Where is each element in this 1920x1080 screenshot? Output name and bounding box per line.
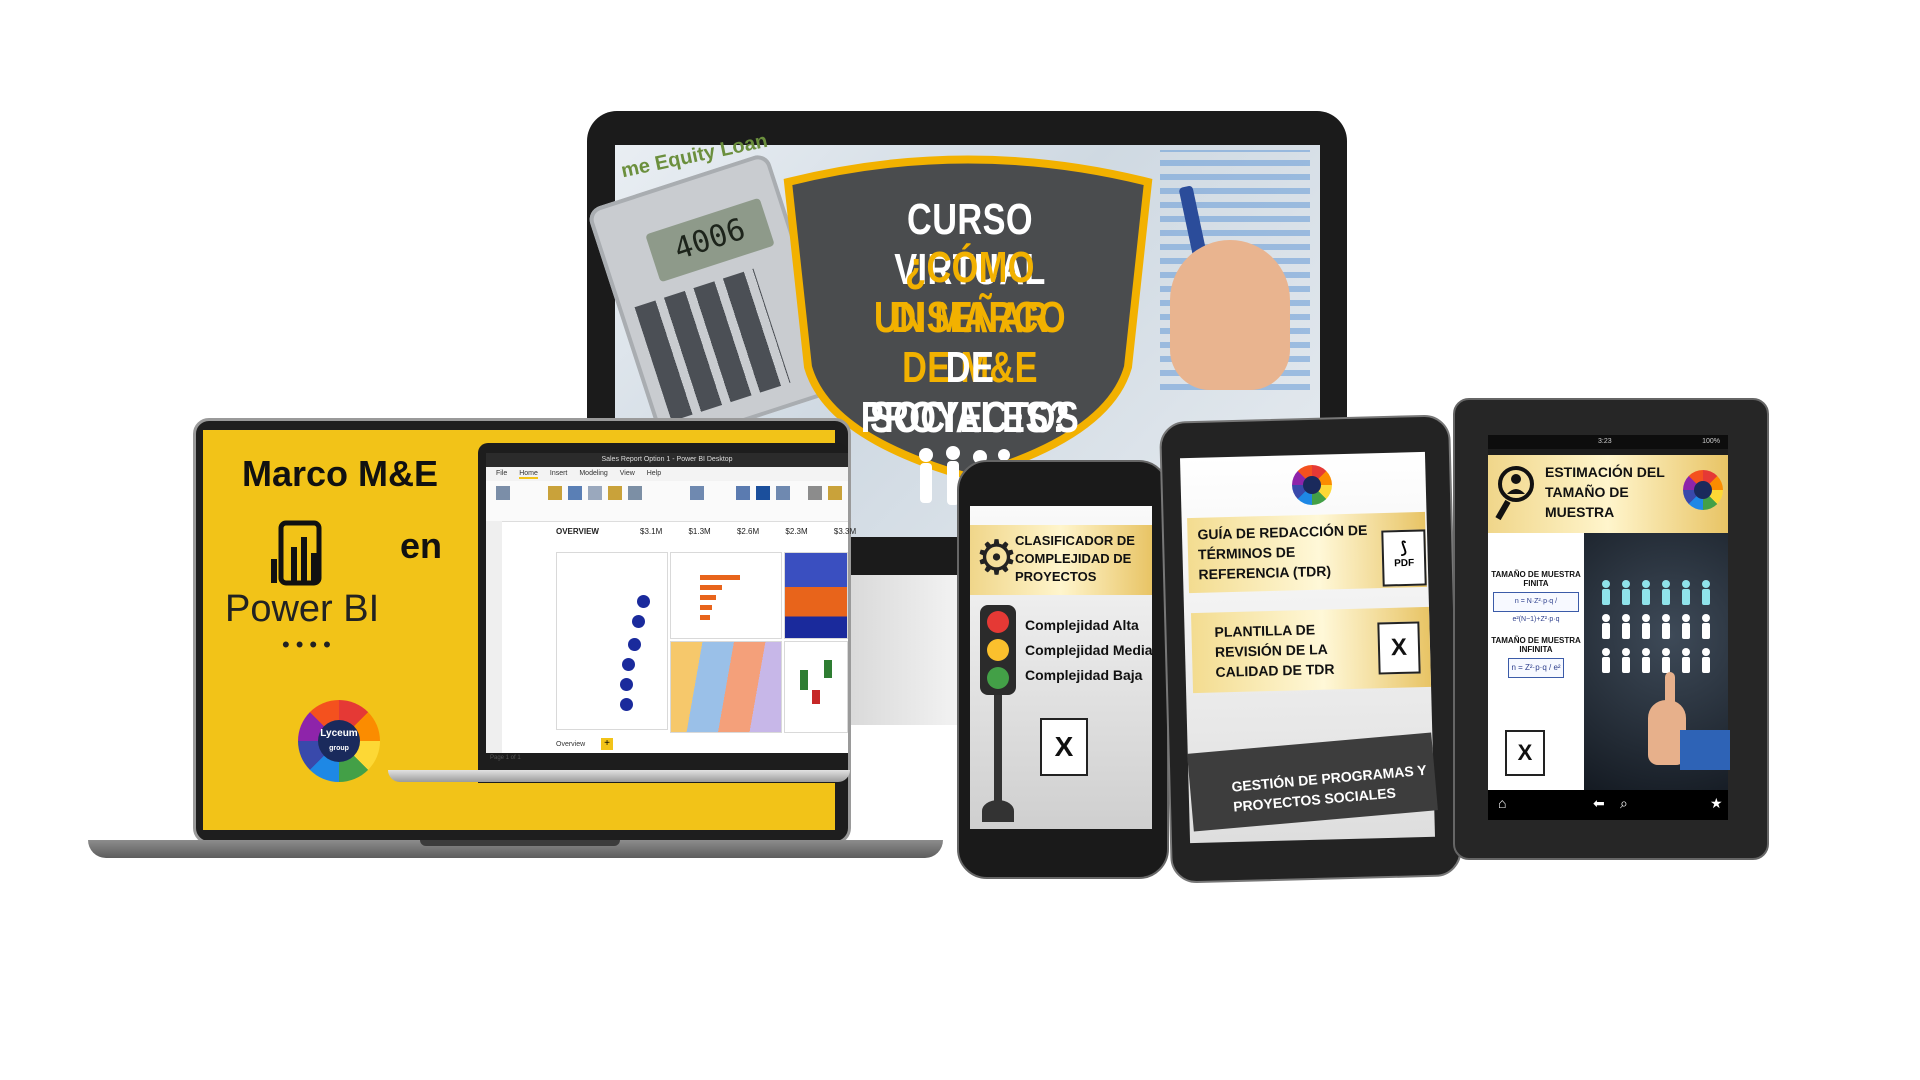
ribbon-button-icon[interactable] — [756, 486, 770, 500]
ribbon-button-icon[interactable] — [588, 486, 602, 500]
pbi-key-influencers-card[interactable] — [556, 552, 668, 730]
pbi-bar-chart-card[interactable] — [670, 552, 782, 639]
status-bar: 3:23 100% — [1488, 435, 1728, 449]
ribbon-button-icon[interactable] — [628, 486, 642, 500]
phone-banner-text: CLASIFICADOR DE COMPLEJIDAD DE PROYECTOS — [1015, 533, 1135, 584]
pbi-waterfall-bar — [812, 690, 820, 704]
pbi-tab[interactable]: Home — [519, 470, 538, 479]
pbi-ribbon-tabs: File Home Insert Modeling View Help — [486, 467, 848, 481]
ribbon-button-icon[interactable] — [736, 486, 750, 500]
traffic-light-pole — [994, 695, 1002, 805]
star-icon[interactable]: ★ — [1710, 795, 1723, 812]
sleeve-image — [1680, 730, 1730, 770]
ribbon-button-icon[interactable] — [776, 486, 790, 500]
infinite-sample-formula: n = Z²·p·q / e² — [1508, 658, 1564, 678]
pbi-kpi-row: $3.1M $1.3M $2.6M $2.3M $3.3M — [640, 527, 880, 536]
pbi-bar — [700, 575, 740, 580]
pbi-ribbon-chart-card[interactable] — [670, 641, 782, 733]
status-time: 3:23 — [1598, 438, 1612, 445]
excel-icon: X — [1040, 718, 1088, 776]
lyceum-logo-subtext: group — [329, 745, 349, 752]
magnifier-person-icon — [1495, 466, 1534, 521]
finite-sample-formula: n = N·Z²·p·q / e²(N−1)+Z²·p·q — [1493, 592, 1579, 623]
back-icon[interactable]: ⬅ — [1593, 795, 1605, 812]
lyceum-logo-center: Lyceum group — [318, 720, 360, 762]
power-bi-icon — [271, 520, 322, 586]
pbi-tab[interactable]: File — [496, 470, 507, 477]
shield-title-line: SOCIALES? — [870, 393, 1070, 442]
status-battery: 100% — [1702, 438, 1720, 445]
home-icon[interactable]: ⌂ — [1498, 795, 1506, 811]
pbi-kpi: $2.3M — [785, 527, 808, 536]
pbi-kpi: $2.6M — [736, 527, 760, 536]
traffic-light-yellow — [987, 639, 1009, 661]
ribbon-button-icon[interactable] — [548, 486, 562, 500]
ribbon-button-icon[interactable] — [828, 486, 842, 500]
ribbon-button-icon[interactable] — [690, 486, 704, 500]
pbi-waterfall-card[interactable] — [784, 641, 848, 733]
pbi-kpi: $1.3M — [688, 527, 711, 536]
pbi-bar — [700, 595, 716, 600]
pbi-influencer-dot — [622, 658, 635, 671]
pdf-icon: ⟆ PDF — [1381, 529, 1427, 587]
pbi-tab[interactable]: Insert — [550, 470, 568, 477]
laptop-title: Marco M&E — [241, 453, 439, 494]
finite-sample-label: TAMAÑO DE MUESTRA FINITA — [1491, 570, 1581, 588]
power-bi-label: Power BI — [225, 588, 380, 630]
pbi-influencer-dot — [637, 595, 650, 608]
pdf-icon-label: PDF — [1394, 557, 1415, 570]
tdr-template-text: PLANTILLA DE REVISIÓN DE LA CALIDAD DE T… — [1214, 621, 1335, 680]
lyceum-logo-text: Lyceum — [320, 728, 358, 739]
pdf-icon-symbol: ⟆ — [1400, 539, 1408, 558]
pbi-influencer-dot — [620, 678, 633, 691]
pbi-bar — [700, 605, 712, 610]
hand-image — [1170, 240, 1290, 390]
ribbon-button-icon[interactable] — [568, 486, 582, 500]
inner-laptop-base — [388, 770, 850, 782]
pbi-influencer-dot — [628, 638, 641, 651]
complexity-item: Complejidad Media — [1025, 642, 1153, 658]
pbi-left-nav — [486, 521, 502, 753]
gear-icon: ⚙ — [975, 532, 1019, 585]
decorative-dots: •••• — [282, 632, 337, 657]
pbi-kpi: $3.1M — [640, 527, 663, 536]
tdr-guide-text: GUÍA DE REDACCIÓN DE TÉRMINOS DE REFEREN… — [1197, 521, 1368, 583]
excel-icon: X — [1505, 730, 1545, 776]
traffic-light-base — [982, 800, 1014, 822]
ribbon-button-icon[interactable] — [608, 486, 622, 500]
search-icon[interactable]: ⌕ — [1620, 795, 1628, 812]
pbi-page-info: Page 1 of 1 — [490, 755, 521, 761]
pbi-tab[interactable]: Help — [647, 470, 661, 477]
excel-icon: X — [1377, 621, 1421, 675]
pbi-tab[interactable]: View — [620, 470, 635, 477]
infinite-sample-label: TAMAÑO DE MUESTRA INFINITA — [1491, 636, 1581, 654]
laptop-base-lip — [420, 840, 620, 846]
pbi-influencer-dot — [620, 698, 633, 711]
pbi-waterfall-bar — [824, 660, 832, 678]
pbi-bar — [700, 585, 722, 590]
pbi-tab[interactable]: Modeling — [579, 470, 607, 477]
pbi-window-title: Sales Report Option 1 - Power BI Desktop — [486, 453, 848, 467]
pbi-ribbon — [486, 481, 848, 522]
lyceum-logo-center — [1303, 476, 1321, 494]
pbi-add-page-button[interactable]: + — [601, 738, 613, 750]
pbi-influencer-dot — [632, 615, 645, 628]
pbi-page-tab[interactable]: Overview — [556, 741, 585, 748]
people-grid-icon — [1602, 580, 1710, 673]
traffic-light-green — [987, 667, 1009, 689]
complexity-item: Complejidad Alta — [1025, 617, 1139, 633]
pbi-kpi: $3.3M — [833, 527, 857, 536]
pbi-waterfall-bar — [800, 670, 808, 690]
laptop-connector-text: en — [400, 525, 443, 566]
ribbon-button-icon[interactable] — [496, 486, 510, 500]
traffic-light-red — [987, 611, 1009, 633]
complexity-item: Complejidad Baja — [1025, 667, 1143, 683]
tablet-nav-bar — [1488, 790, 1728, 820]
pbi-overview-label: OVERVIEW — [556, 527, 599, 536]
ribbon-button-icon[interactable] — [808, 486, 822, 500]
lyceum-logo-center — [1694, 481, 1712, 499]
sample-size-title: ESTIMACIÓN DEL TAMAÑO DE MUESTRA — [1545, 464, 1665, 520]
pbi-bar — [700, 615, 710, 620]
pbi-treemap-card[interactable] — [784, 552, 848, 639]
